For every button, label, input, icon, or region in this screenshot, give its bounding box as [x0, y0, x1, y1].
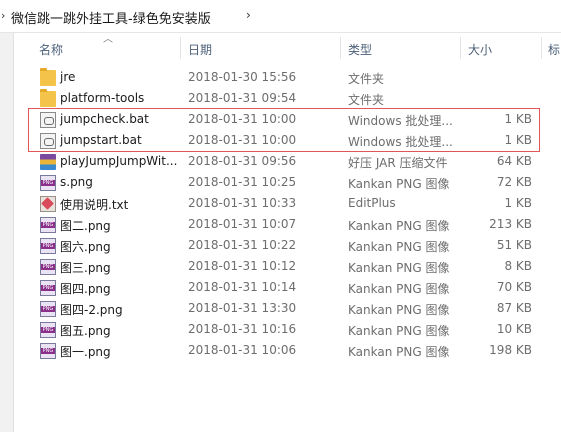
file-type: Kankan PNG 图像 — [348, 282, 450, 296]
file-date: 2018-01-31 10:14 — [188, 280, 297, 294]
file-name: jre — [60, 70, 76, 84]
png-image-icon — [40, 301, 56, 317]
file-size: 72 KB — [496, 175, 532, 189]
file-date: 2018-01-31 10:06 — [188, 343, 297, 357]
file-size: 213 KB — [489, 217, 532, 231]
file-size: 70 KB — [496, 280, 532, 294]
file-name: 图六.png — [60, 240, 111, 254]
file-row[interactable]: jre 2018-01-30 15:56 文件夹 — [14, 67, 544, 88]
png-image-icon — [40, 238, 56, 254]
file-type: Kankan PNG 图像 — [348, 219, 450, 233]
file-date: 2018-01-31 10:22 — [188, 238, 297, 252]
file-row[interactable]: platform-tools 2018-01-31 09:54 文件夹 — [14, 88, 544, 109]
file-size: 198 KB — [489, 343, 532, 357]
file-type: Kankan PNG 图像 — [348, 240, 450, 254]
file-name: 图四-2.png — [60, 303, 123, 317]
highlight-box — [28, 108, 540, 152]
column-divider[interactable] — [460, 37, 461, 59]
file-type: Kankan PNG 图像 — [348, 261, 450, 275]
file-row[interactable]: 图五.png 2018-01-31 10:16 Kankan PNG 图像 10 KB — [14, 319, 544, 340]
file-row[interactable]: 图四.png 2018-01-31 10:14 Kankan PNG 图像 70 KB — [14, 277, 544, 298]
png-image-icon — [40, 280, 56, 296]
column-header-size[interactable]: 大小 — [468, 41, 492, 58]
navigation-pane[interactable] — [0, 33, 14, 432]
file-type: 文件夹 — [348, 72, 385, 86]
png-image-icon — [40, 322, 56, 338]
png-image-icon — [40, 217, 56, 233]
file-date: 2018-01-31 09:54 — [188, 91, 297, 105]
file-size: 64 KB — [496, 154, 532, 168]
file-type: Kankan PNG 图像 — [348, 345, 450, 359]
file-date: 2018-01-30 15:56 — [188, 70, 297, 84]
file-name: 图二.png — [60, 219, 111, 233]
column-divider[interactable] — [340, 37, 341, 59]
file-type: Kankan PNG 图像 — [348, 324, 450, 338]
file-row[interactable]: 图三.png 2018-01-31 10:12 Kankan PNG 图像 8 KB — [14, 256, 544, 277]
file-row[interactable]: 使用说明.txt 2018-01-31 10:33 EditPlus 1 KB — [14, 193, 544, 214]
file-date: 2018-01-31 10:16 — [188, 322, 297, 336]
breadcrumb-current-folder[interactable]: 微信跳一跳外挂工具-绿色免安装版 — [11, 8, 211, 27]
file-type: EditPlus — [348, 196, 396, 210]
column-divider[interactable] — [541, 37, 542, 59]
sort-ascending-icon: ︿ — [103, 34, 113, 45]
file-date: 2018-01-31 09:56 — [188, 154, 297, 168]
png-image-icon — [40, 175, 56, 191]
file-row[interactable]: playJumpJumpWit... 2018-01-31 09:56 好压 JAR… — [14, 151, 544, 172]
file-row[interactable]: 图四-2.png 2018-01-31 13:30 Kankan PNG 图像 87 … — [14, 298, 544, 319]
jar-archive-icon — [40, 154, 56, 170]
file-date: 2018-01-31 10:12 — [188, 259, 297, 273]
text-file-icon — [40, 196, 56, 212]
file-date: 2018-01-31 10:07 — [188, 217, 297, 231]
png-image-icon — [40, 343, 56, 359]
file-name: 图三.png — [60, 261, 111, 275]
file-name: 使用说明.txt — [60, 198, 129, 212]
column-header-name[interactable]: 名称 — [39, 41, 63, 58]
file-size: 1 KB — [504, 196, 532, 210]
file-row[interactable]: 图一.png 2018-01-31 10:06 Kankan PNG 图像 198 K… — [14, 340, 544, 361]
file-type: 好压 JAR 压缩文件 — [348, 156, 448, 170]
folder-icon — [40, 68, 56, 86]
column-header-bar: ︿ 名称 日期 类型 大小 标 — [14, 33, 561, 63]
breadcrumb-separator-icon: › — [1, 9, 6, 22]
breadcrumb-expand-icon[interactable]: › — [246, 8, 251, 22]
folder-icon — [40, 89, 56, 107]
png-image-icon — [40, 259, 56, 275]
file-name: playJumpJumpWit... — [60, 154, 178, 168]
file-date: 2018-01-31 13:30 — [188, 301, 297, 315]
column-divider[interactable] — [180, 37, 181, 59]
file-type: Kankan PNG 图像 — [348, 177, 450, 191]
file-name: 图一.png — [60, 345, 111, 359]
column-header-date[interactable]: 日期 — [188, 41, 212, 58]
address-bar[interactable]: › 微信跳一跳外挂工具-绿色免安装版 › — [0, 0, 561, 33]
file-type: 文件夹 — [348, 93, 385, 107]
file-date: 2018-01-31 10:25 — [188, 175, 297, 189]
file-date: 2018-01-31 10:33 — [188, 196, 297, 210]
file-name: s.png — [60, 175, 93, 189]
file-type: Kankan PNG 图像 — [348, 303, 450, 317]
file-row[interactable]: 图二.png 2018-01-31 10:07 Kankan PNG 图像 213 K… — [14, 214, 544, 235]
file-size: 8 KB — [504, 259, 532, 273]
file-row[interactable]: 图六.png 2018-01-31 10:22 Kankan PNG 图像 51 KB — [14, 235, 544, 256]
file-name: platform-tools — [60, 91, 145, 105]
file-name: 图五.png — [60, 324, 111, 338]
file-size: 87 KB — [496, 301, 532, 315]
file-size: 10 KB — [496, 322, 532, 336]
column-header-type[interactable]: 类型 — [348, 41, 372, 58]
file-name: 图四.png — [60, 282, 111, 296]
file-size: 51 KB — [496, 238, 532, 252]
file-row[interactable]: s.png 2018-01-31 10:25 Kankan PNG 图像 72 KB — [14, 172, 544, 193]
column-header-tags[interactable]: 标 — [548, 41, 560, 58]
